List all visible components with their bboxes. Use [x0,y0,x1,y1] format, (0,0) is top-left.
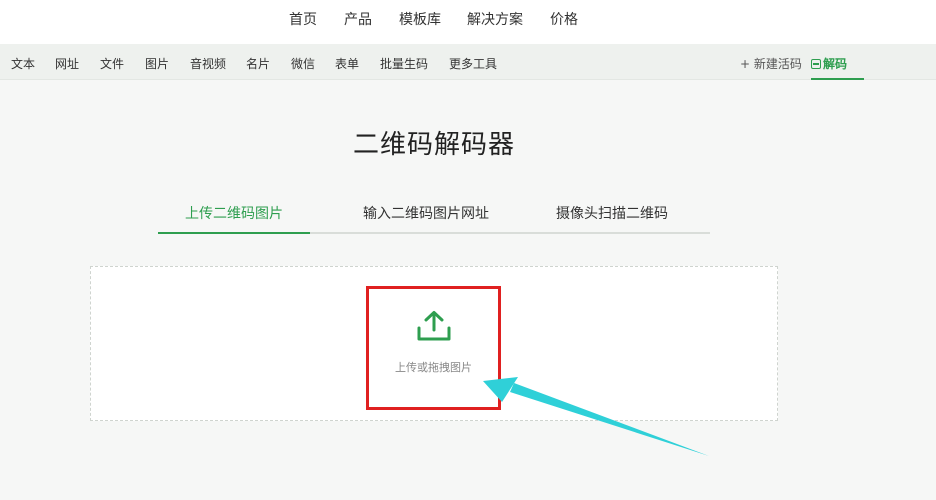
tab-image-url[interactable]: 输入二维码图片网址 [346,196,506,234]
nav-products[interactable]: 产品 [344,9,372,29]
subnav-url[interactable]: 网址 [55,55,79,72]
nav-solutions[interactable]: 解决方案 [467,9,523,29]
subnav-form[interactable]: 表单 [335,55,359,72]
decode-icon [811,59,821,69]
decode-method-tabs: 上传二维码图片 输入二维码图片网址 摄像头扫描二维码 [158,196,710,234]
top-navigation: 首页 产品 模板库 解决方案 价格 [0,0,936,44]
nav-home[interactable]: 首页 [289,9,317,29]
subnav-audio-video[interactable]: 音视频 [190,55,226,72]
subnav-batch-generate[interactable]: 批量生码 [380,55,428,72]
page-title: 二维码解码器 [352,130,515,160]
nav-templates[interactable]: 模板库 [399,9,441,29]
subnav-text[interactable]: 文本 [11,55,35,72]
subnav-business-card[interactable]: 名片 [246,55,270,72]
decode-label: 解码 [823,57,848,71]
decode-tab[interactable]: 解码 [811,44,864,80]
highlight-box [366,286,501,410]
subnav-image[interactable]: 图片 [145,55,169,72]
tool-navigation: 文本 网址 文件 图片 音视频 名片 微信 表单 批量生码 更多工具 + 新建活… [0,44,936,80]
subnav-wechat[interactable]: 微信 [291,55,315,72]
nav-pricing[interactable]: 价格 [550,9,578,29]
subnav-more-tools[interactable]: 更多工具 [449,55,497,72]
new-dynamic-code-button[interactable]: + 新建活码 [740,55,802,72]
tab-upload-image[interactable]: 上传二维码图片 [158,196,310,234]
tab-camera-scan[interactable]: 摄像头扫描二维码 [542,196,682,234]
subnav-file[interactable]: 文件 [100,55,124,72]
